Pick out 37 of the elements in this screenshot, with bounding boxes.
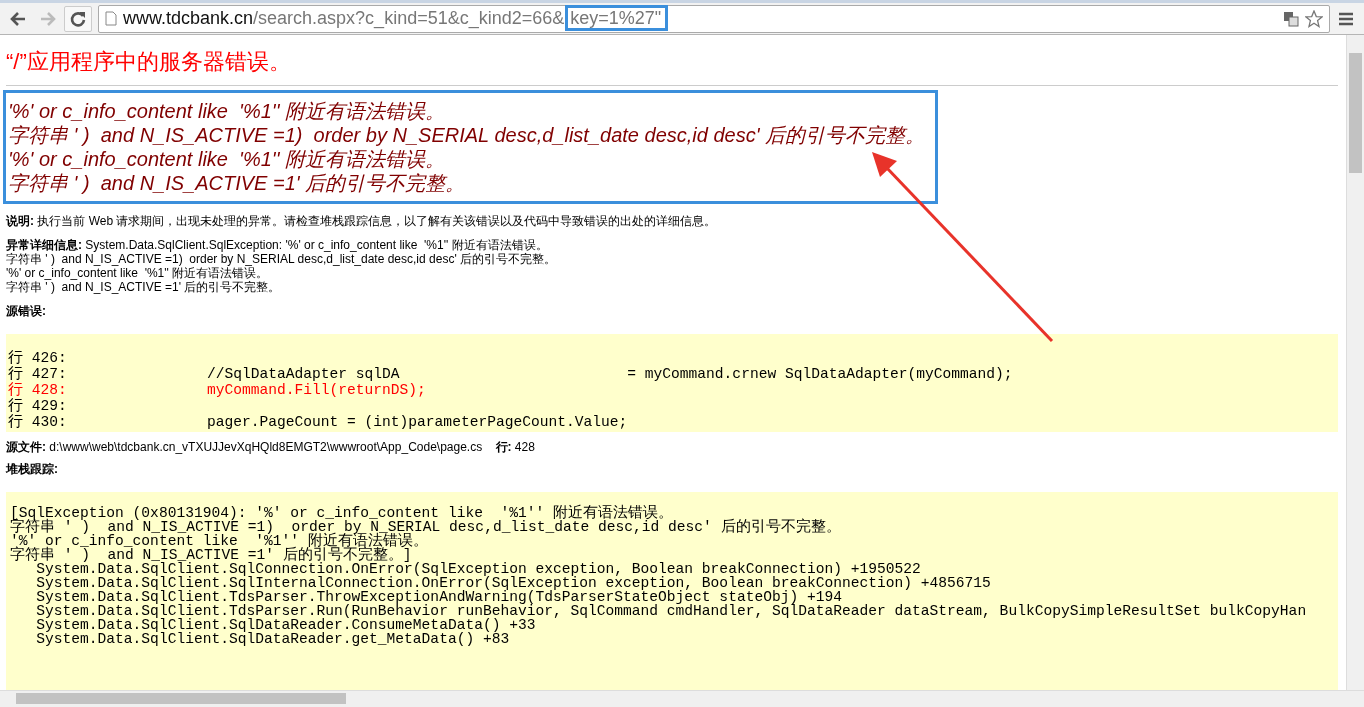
source-file-text: 源文件: d:\www\web\tdcbank.cn_vTXUJJevXqHQld8EMGT2\wwwroot\App_Code\page.cs 行: 428 bbox=[6, 440, 536, 454]
code-line: 行 428: myCommand.Fill(returnDS); bbox=[8, 382, 427, 398]
error-message: '%' or c_info_content like '%1'' 附近有语法错误。 bbox=[8, 99, 446, 123]
stack-trace-line: System.Data.SqlClient.SqlConnection.OnError(SqlException exception, Boolean breakConnection) +1950522 bbox=[35, 562, 922, 576]
code-line: 行 430: pager.PageCount = (int)parameterPageCount.Value; bbox=[8, 414, 629, 430]
reload-icon bbox=[69, 9, 87, 28]
page-title: “/”应用程序中的服务器错误。 bbox=[6, 48, 292, 76]
exception-detail: '%' or c_info_content like '%1'' 附近有语法错误。 bbox=[6, 266, 270, 280]
stack-trace-line: [SqlException (0x80131904): '%' or c_info_content like '%1'' 附近有语法错误。 bbox=[10, 506, 673, 520]
star-icon[interactable] bbox=[1305, 9, 1323, 28]
horizontal-scrollbar[interactable] bbox=[0, 690, 1364, 707]
code-line: 行 427: //SqlDataAdapter sqlDA = myCommand.crnew SqlDataAdapter(myCommand); bbox=[8, 366, 1014, 382]
reload-button[interactable] bbox=[64, 5, 92, 32]
stack-trace-line: System.Data.SqlClient.SqlDataReader.ConsumeMetaData() +33 bbox=[35, 618, 536, 632]
error-message: 字符串 ' ) and N_IS_ACTIVE =1) order by N_SERIAL desc,d_list_date desc,id desc' 后的引号不完整。 bbox=[8, 123, 926, 147]
description-text: 说明: 执行当前 Web 请求期间，出现未处理的异常。请检查堆栈跟踪信息，以了解有关该错误以及代码中导致错误的出处的详细信息。 bbox=[6, 214, 718, 228]
translate-icon[interactable] bbox=[1283, 10, 1299, 27]
address-field[interactable]: www.tdcbank.cn/search.aspx?c_kind=51&c_kind2=66& key=1%27" bbox=[98, 4, 1330, 33]
error-message: 字符串 ' ) and N_IS_ACTIVE =1' 后的引号不完整。 bbox=[8, 171, 467, 195]
vertical-scrollbar[interactable] bbox=[1346, 35, 1364, 690]
exception-detail: 字符串 ' ) and N_IS_ACTIVE =1' 后的引号不完整。 bbox=[6, 280, 282, 294]
section-heading: 源错误: bbox=[6, 304, 47, 318]
exception-detail: 异常详细信息: System.Data.SqlClient.SqlException: '%' or c_info_content like '%1'' 附近有语法错误。 bbox=[6, 238, 549, 252]
stack-trace-line: 字符串 ' ) and N_IS_ACTIVE =1' 后的引号不完整。] bbox=[10, 548, 412, 562]
section-heading: 堆栈跟踪: bbox=[6, 462, 59, 476]
stack-trace-line: System.Data.SqlClient.SqlDataReader.get_MetaData() +83 bbox=[35, 632, 511, 646]
forward-arrow-icon bbox=[39, 10, 57, 27]
code-line: 行 426: bbox=[8, 350, 68, 366]
back-arrow-icon bbox=[9, 10, 27, 27]
stack-trace-line: System.Data.SqlClient.SqlInternalConnection.OnError(SqlException exception, Boolean breakConnection) +4856715 bbox=[35, 576, 992, 590]
page-icon bbox=[105, 11, 117, 26]
exception-detail: 字符串 ' ) and N_IS_ACTIVE =1) order by N_SERIAL desc,d_list_date desc,id desc' 后的引号不完整。 bbox=[6, 252, 557, 266]
menu-icon bbox=[1338, 11, 1354, 26]
stack-trace-line: System.Data.SqlClient.TdsParser.Run(RunBehavior runBehavior, SqlCommand cmdHandler, SqlDataReader dataStream, BulkCopySimpleResultSet bulkCopyHan bbox=[35, 604, 1308, 618]
error-message: '%' or c_info_content like '%1'' 附近有语法错误。 bbox=[8, 147, 446, 171]
stack-trace-line: System.Data.SqlClient.TdsParser.ThrowExceptionAndWarning(TdsParserStateObject stateObj) +194 bbox=[35, 590, 842, 604]
code-line: 行 429: bbox=[8, 398, 68, 414]
